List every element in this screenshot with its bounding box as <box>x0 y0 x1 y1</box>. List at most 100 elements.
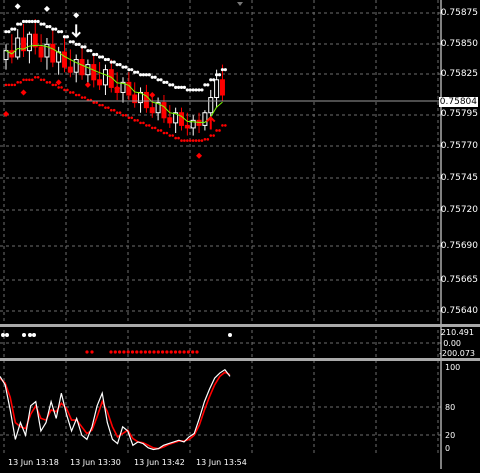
lower-band-dot <box>186 139 189 142</box>
lower-band-dot <box>39 78 43 82</box>
upper-band-dot <box>118 63 122 67</box>
lower-band-dot <box>215 129 218 132</box>
lower-band-dot <box>77 93 81 97</box>
upper-band-dot <box>203 83 207 87</box>
oscillator-down-dot <box>195 350 199 354</box>
lower-band-dot <box>7 83 11 87</box>
upper-band-dot <box>59 30 64 34</box>
lower-band-dot <box>212 134 215 137</box>
oscillator-down-dot <box>90 350 94 354</box>
oscillator-up-dot <box>32 333 36 337</box>
lower-band-dot <box>209 134 213 137</box>
upper-band-dot <box>71 40 75 44</box>
lower-band-dot <box>194 139 198 142</box>
upper-band-dot <box>138 73 143 77</box>
upper-band-dot <box>62 35 67 39</box>
lower-band-dot <box>121 113 125 117</box>
candle-body <box>202 112 208 126</box>
candle-body <box>26 33 32 52</box>
trading-chart[interactable]: 0.75875 0.75850 0.75825 0.75804 0.75795 … <box>0 0 480 469</box>
candle-body <box>79 59 85 76</box>
time-tick: 13 Jun 13:18 <box>8 458 59 467</box>
lower-band-dot <box>136 119 139 122</box>
candle-body <box>62 51 67 68</box>
lower-band-dot <box>51 83 55 87</box>
upper-band-dot <box>127 68 131 72</box>
upper-band-dot <box>42 22 46 26</box>
lower-band-dot <box>162 131 166 135</box>
upper-band-dot <box>4 30 8 34</box>
lower-band-dot <box>118 111 122 115</box>
lower-band-dot <box>48 81 52 84</box>
lower-band-dot <box>127 116 131 120</box>
lower-band-dot <box>148 124 151 127</box>
upper-band-dot <box>65 35 69 39</box>
upper-band-dot <box>162 80 166 84</box>
price-tick: 0.75720 <box>440 205 478 215</box>
price-tick: 0.75875 <box>440 8 478 18</box>
candle-body <box>15 37 21 58</box>
lower-band-dot <box>115 111 119 115</box>
upper-band-dot <box>10 27 14 31</box>
price-tick: 0.75795 <box>440 109 478 119</box>
price-tick: 0.75665 <box>440 275 478 285</box>
price-tick: 0.75770 <box>440 141 478 151</box>
lower-band-dot <box>107 106 110 109</box>
lower-band-dot <box>174 136 177 140</box>
upper-band-dot <box>136 70 140 74</box>
upper-band-dot <box>194 88 198 92</box>
candle-body <box>184 124 190 129</box>
lower-band-dot <box>203 138 207 141</box>
stoch-level-0: 0 <box>445 444 451 453</box>
oscillator-down-dot <box>85 350 89 354</box>
oscillator-up-dot <box>228 333 232 337</box>
lower-band-dot <box>133 119 136 122</box>
lower-band-dot <box>60 86 63 89</box>
current-price-tag: 0.75804 <box>438 97 478 107</box>
lower-band-dot <box>4 83 8 87</box>
lower-band-dot <box>63 88 66 92</box>
upper-band-dot <box>7 30 11 34</box>
upper-band-dot <box>21 19 26 24</box>
price-tick: 0.75825 <box>440 69 478 79</box>
upper-band-dot <box>217 73 222 77</box>
price-tick: 0.75745 <box>440 173 478 183</box>
upper-band-dot <box>36 19 40 24</box>
upper-band-dot <box>159 78 163 82</box>
lower-band-dot <box>171 134 174 137</box>
upper-band-dot <box>150 75 154 79</box>
upper-band-dot <box>98 55 102 59</box>
upper-band-dot <box>171 83 175 87</box>
upper-band-dot <box>209 78 213 82</box>
upper-band-dot <box>77 42 81 46</box>
upper-band-dot <box>121 65 125 69</box>
lower-band-dot <box>221 124 224 127</box>
candle-body <box>219 79 225 96</box>
candle-body <box>208 97 214 114</box>
upper-band-dot <box>182 85 186 89</box>
chart-canvas[interactable] <box>0 0 480 469</box>
upper-band-dot <box>133 70 137 74</box>
lower-band-dot <box>31 78 34 82</box>
upper-band-dot <box>54 27 58 31</box>
pane-separator-2[interactable] <box>0 358 480 361</box>
lower-band-dot <box>142 121 145 125</box>
lower-band-dot <box>130 116 134 120</box>
lower-band-dot <box>218 129 221 132</box>
time-tick: 13 Jun 13:30 <box>70 458 121 467</box>
price-tick: 0.75850 <box>440 39 478 49</box>
lower-band-dot <box>92 101 96 104</box>
upper-band-dot <box>45 25 49 29</box>
candle-body <box>91 64 97 81</box>
lower-band-dot <box>150 126 154 130</box>
upper-band-dot <box>153 75 157 79</box>
candle-body <box>97 79 103 86</box>
oscillator-down-dot <box>173 350 178 354</box>
pane-separator-1[interactable] <box>0 324 480 327</box>
lower-band-dot <box>153 126 157 130</box>
lower-band-dot <box>224 124 227 127</box>
upper-band-dot <box>48 25 52 29</box>
candle-body <box>38 46 44 58</box>
oscillator-down-dot <box>165 350 169 354</box>
oscillator-up-dot <box>28 333 32 337</box>
